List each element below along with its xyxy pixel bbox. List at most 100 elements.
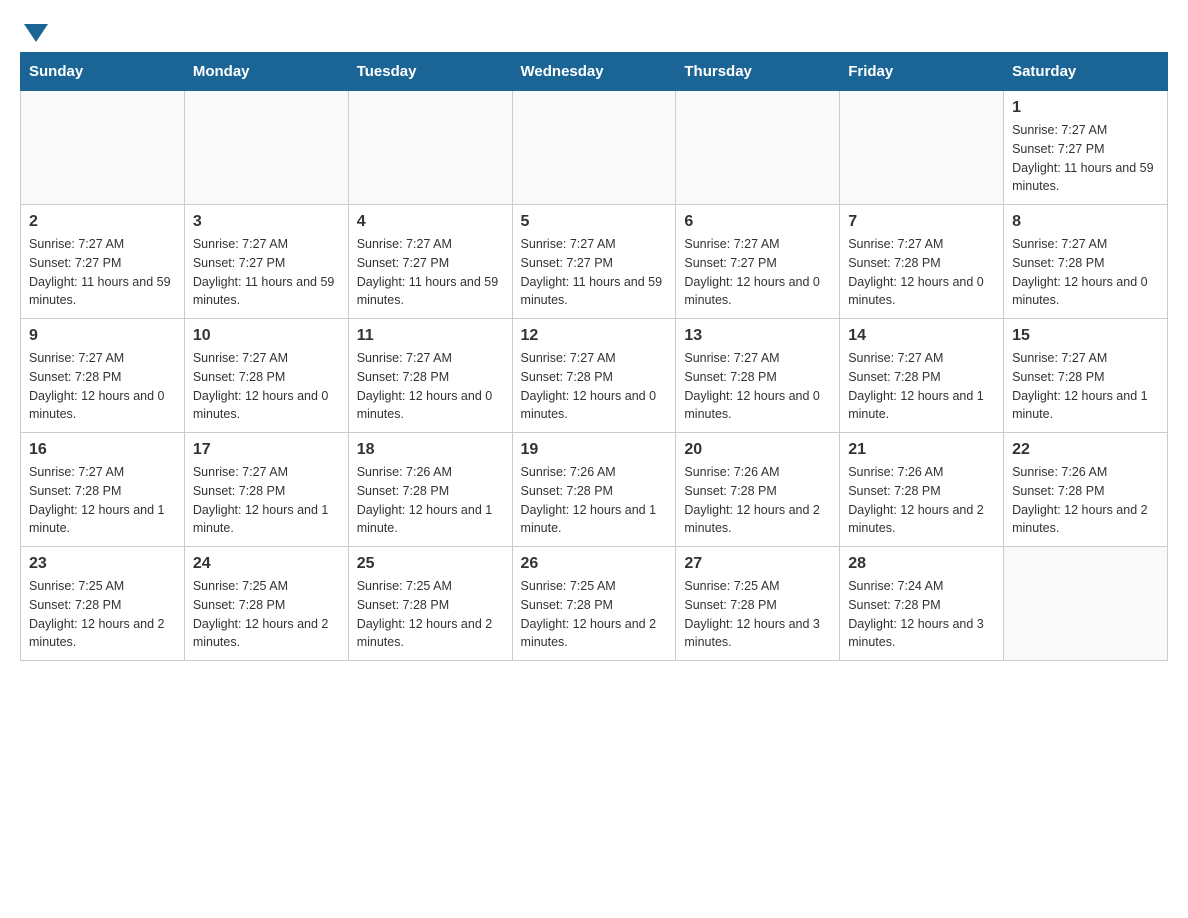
day-number: 11: [357, 327, 504, 345]
day-info: Sunrise: 7:25 AMSunset: 7:28 PMDaylight:…: [193, 577, 340, 652]
day-info: Sunrise: 7:25 AMSunset: 7:28 PMDaylight:…: [684, 577, 831, 652]
calendar-day-cell: 20 Sunrise: 7:26 AMSunset: 7:28 PMDayligh…: [676, 433, 840, 547]
day-number: 17: [193, 441, 340, 459]
calendar-day-cell: 28 Sunrise: 7:24 AMSunset: 7:28 PMDayligh…: [840, 547, 1004, 661]
day-info: Sunrise: 7:27 AMSunset: 7:28 PMDaylight:…: [1012, 349, 1159, 424]
calendar-day-cell: 9 Sunrise: 7:27 AMSunset: 7:28 PMDaylight…: [21, 319, 185, 433]
day-header-row: SundayMondayTuesdayWednesdayThursdayFrid…: [21, 53, 1168, 91]
calendar-week-row: 16Sunrise: 7:27 AMSunset: 7:28 PMDayligh…: [21, 433, 1168, 547]
day-info: Sunrise: 7:26 AMSunset: 7:28 PMDaylight:…: [357, 463, 504, 538]
calendar-day-cell: 13Sunrise: 7:27 AMSunset: 7:28 PMDayligh…: [676, 319, 840, 433]
day-number: 7: [848, 213, 995, 231]
day-info: Sunrise: 7:25 AMSunset: 7:28 PMDaylight:…: [29, 577, 176, 652]
calendar-day-cell: 10 Sunrise: 7:27 AMSunset: 7:28 PMDayligh…: [184, 319, 348, 433]
day-number: 9: [29, 327, 176, 345]
day-info: Sunrise: 7:27 AMSunset: 7:27 PMDaylight:…: [1012, 121, 1159, 196]
day-info: Sunrise: 7:25 AMSunset: 7:28 PMDaylight:…: [357, 577, 504, 652]
calendar-day-cell: 3Sunrise: 7:27 AMSunset: 7:27 PMDaylight…: [184, 205, 348, 319]
day-info: Sunrise: 7:27 AMSunset: 7:28 PMDaylight:…: [29, 349, 176, 424]
calendar-day-cell: 6Sunrise: 7:27 AMSunset: 7:27 PMDaylight…: [676, 205, 840, 319]
day-number: 10: [193, 327, 340, 345]
calendar-day-cell: 8 Sunrise: 7:27 AMSunset: 7:28 PMDaylight…: [1004, 205, 1168, 319]
calendar-day-cell: 21 Sunrise: 7:26 AMSunset: 7:28 PMDayligh…: [840, 433, 1004, 547]
day-number: 23: [29, 555, 176, 573]
day-info: Sunrise: 7:27 AMSunset: 7:28 PMDaylight:…: [848, 349, 995, 424]
calendar-day-cell: [512, 91, 676, 205]
day-of-week-header: Saturday: [1004, 53, 1168, 91]
day-number: 27: [684, 555, 831, 573]
day-number: 1: [1012, 99, 1159, 117]
day-info: Sunrise: 7:27 AMSunset: 7:27 PMDaylight:…: [521, 235, 668, 310]
calendar-day-cell: [840, 91, 1004, 205]
calendar-day-cell: [348, 91, 512, 205]
calendar-day-cell: [21, 91, 185, 205]
day-of-week-header: Tuesday: [348, 53, 512, 91]
calendar-body: 1 Sunrise: 7:27 AMSunset: 7:27 PMDaylight…: [21, 91, 1168, 661]
calendar-day-cell: 15 Sunrise: 7:27 AMSunset: 7:28 PMDayligh…: [1004, 319, 1168, 433]
day-number: 19: [521, 441, 668, 459]
calendar-week-row: 1 Sunrise: 7:27 AMSunset: 7:27 PMDaylight…: [21, 91, 1168, 205]
calendar-day-cell: 1 Sunrise: 7:27 AMSunset: 7:27 PMDaylight…: [1004, 91, 1168, 205]
day-number: 26: [521, 555, 668, 573]
day-info: Sunrise: 7:27 AMSunset: 7:27 PMDaylight:…: [193, 235, 340, 310]
day-info: Sunrise: 7:27 AMSunset: 7:28 PMDaylight:…: [521, 349, 668, 424]
calendar-day-cell: 17 Sunrise: 7:27 AMSunset: 7:28 PMDayligh…: [184, 433, 348, 547]
day-info: Sunrise: 7:27 AMSunset: 7:28 PMDaylight:…: [29, 463, 176, 538]
day-number: 22: [1012, 441, 1159, 459]
calendar-week-row: 9 Sunrise: 7:27 AMSunset: 7:28 PMDaylight…: [21, 319, 1168, 433]
day-number: 14: [848, 327, 995, 345]
day-info: Sunrise: 7:27 AMSunset: 7:28 PMDaylight:…: [1012, 235, 1159, 310]
day-number: 12: [521, 327, 668, 345]
day-info: Sunrise: 7:24 AMSunset: 7:28 PMDaylight:…: [848, 577, 995, 652]
day-info: Sunrise: 7:27 AMSunset: 7:28 PMDaylight:…: [848, 235, 995, 310]
day-info: Sunrise: 7:27 AMSunset: 7:28 PMDaylight:…: [193, 349, 340, 424]
calendar-day-cell: 22 Sunrise: 7:26 AMSunset: 7:28 PMDayligh…: [1004, 433, 1168, 547]
calendar-day-cell: 2Sunrise: 7:27 AMSunset: 7:27 PMDaylight…: [21, 205, 185, 319]
day-number: 8: [1012, 213, 1159, 231]
day-info: Sunrise: 7:27 AMSunset: 7:28 PMDaylight:…: [193, 463, 340, 538]
calendar-day-cell: 18 Sunrise: 7:26 AMSunset: 7:28 PMDayligh…: [348, 433, 512, 547]
calendar-day-cell: 7 Sunrise: 7:27 AMSunset: 7:28 PMDaylight…: [840, 205, 1004, 319]
day-info: Sunrise: 7:27 AMSunset: 7:28 PMDaylight:…: [357, 349, 504, 424]
calendar-day-cell: 23 Sunrise: 7:25 AMSunset: 7:28 PMDayligh…: [21, 547, 185, 661]
calendar-day-cell: 24 Sunrise: 7:25 AMSunset: 7:28 PMDayligh…: [184, 547, 348, 661]
day-info: Sunrise: 7:27 AMSunset: 7:27 PMDaylight:…: [357, 235, 504, 310]
day-number: 15: [1012, 327, 1159, 345]
calendar-week-row: 23 Sunrise: 7:25 AMSunset: 7:28 PMDayligh…: [21, 547, 1168, 661]
calendar-day-cell: 14 Sunrise: 7:27 AMSunset: 7:28 PMDayligh…: [840, 319, 1004, 433]
calendar-day-cell: 11 Sunrise: 7:27 AMSunset: 7:28 PMDayligh…: [348, 319, 512, 433]
day-number: 13: [684, 327, 831, 345]
day-of-week-header: Wednesday: [512, 53, 676, 91]
day-number: 18: [357, 441, 504, 459]
calendar-day-cell: 26 Sunrise: 7:25 AMSunset: 7:28 PMDayligh…: [512, 547, 676, 661]
calendar-day-cell: [676, 91, 840, 205]
day-info: Sunrise: 7:26 AMSunset: 7:28 PMDaylight:…: [1012, 463, 1159, 538]
day-number: 6: [684, 213, 831, 231]
calendar-day-cell: 16Sunrise: 7:27 AMSunset: 7:28 PMDayligh…: [21, 433, 185, 547]
logo-arrow-icon: [24, 24, 48, 42]
day-number: 21: [848, 441, 995, 459]
day-number: 4: [357, 213, 504, 231]
day-info: Sunrise: 7:26 AMSunset: 7:28 PMDaylight:…: [684, 463, 831, 538]
calendar-table: SundayMondayTuesdayWednesdayThursdayFrid…: [20, 52, 1168, 661]
day-number: 20: [684, 441, 831, 459]
calendar-day-cell: [1004, 547, 1168, 661]
day-info: Sunrise: 7:26 AMSunset: 7:28 PMDaylight:…: [521, 463, 668, 538]
day-of-week-header: Friday: [840, 53, 1004, 91]
day-number: 25: [357, 555, 504, 573]
day-info: Sunrise: 7:27 AMSunset: 7:27 PMDaylight:…: [29, 235, 176, 310]
day-number: 5: [521, 213, 668, 231]
calendar-day-cell: 27 Sunrise: 7:25 AMSunset: 7:28 PMDayligh…: [676, 547, 840, 661]
calendar-day-cell: 4 Sunrise: 7:27 AMSunset: 7:27 PMDaylight…: [348, 205, 512, 319]
day-of-week-header: Thursday: [676, 53, 840, 91]
day-info: Sunrise: 7:25 AMSunset: 7:28 PMDaylight:…: [521, 577, 668, 652]
day-number: 24: [193, 555, 340, 573]
logo: [20, 20, 48, 42]
day-number: 28: [848, 555, 995, 573]
calendar-day-cell: 25 Sunrise: 7:25 AMSunset: 7:28 PMDayligh…: [348, 547, 512, 661]
calendar-week-row: 2Sunrise: 7:27 AMSunset: 7:27 PMDaylight…: [21, 205, 1168, 319]
calendar-day-cell: 5 Sunrise: 7:27 AMSunset: 7:27 PMDaylight…: [512, 205, 676, 319]
day-of-week-header: Monday: [184, 53, 348, 91]
calendar-header: SundayMondayTuesdayWednesdayThursdayFrid…: [21, 53, 1168, 91]
day-info: Sunrise: 7:26 AMSunset: 7:28 PMDaylight:…: [848, 463, 995, 538]
